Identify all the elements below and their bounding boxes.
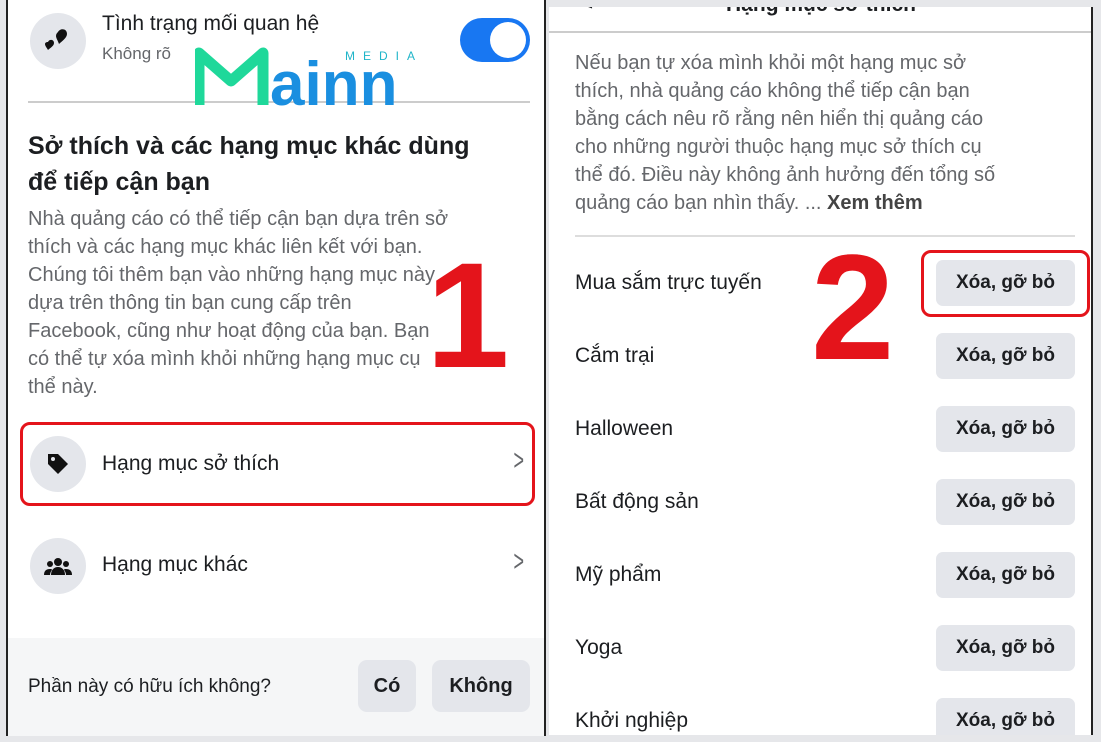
description-line: thể đó. Điều này không ảnh hưởng đến tổn…	[575, 164, 996, 186]
description-line: thể này.	[28, 376, 98, 398]
remove-button[interactable]: Xóa, gỡ bỏ	[936, 333, 1075, 379]
highlight-box	[921, 250, 1090, 317]
remove-button[interactable]: Xóa, gỡ bỏ	[936, 479, 1075, 525]
description-line: quảng cáo bạn nhìn thấy. ... Xem thêm	[575, 189, 995, 217]
remove-button[interactable]: Xóa, gỡ bỏ	[936, 552, 1075, 598]
category-label: Bất động sản	[575, 490, 699, 513]
back-icon[interactable]: <	[579, 7, 593, 17]
description-line: Nhà quảng cáo có thể tiếp cận bạn dựa tr…	[28, 208, 449, 230]
right-screen: Hạng mục sở thích < Nếu bạn tự xóa mình …	[549, 7, 1093, 735]
remove-button[interactable]: Xóa, gỡ bỏ	[936, 406, 1075, 452]
section-title-line: Sở thích và các hạng mục khác dùng	[28, 132, 470, 160]
hearts-icon	[30, 13, 86, 69]
section-title: Sở thích và các hạng mục khác dùng để ti…	[28, 128, 470, 200]
description-line: Facebook, cũng như hoạt động của bạn. Bạ…	[28, 320, 430, 342]
no-button[interactable]: Không	[432, 660, 530, 712]
category-label: Mỹ phẩm	[575, 563, 662, 586]
description-line: thích, nhà quảng cáo không thể tiếp cận …	[575, 80, 970, 102]
people-icon	[30, 538, 86, 594]
description-line: Chúng tôi thêm bạn vào những hạng mục nà…	[28, 264, 435, 286]
chevron-right-icon: >	[513, 545, 525, 578]
relationship-toggle[interactable]	[460, 18, 530, 62]
description-text: quảng cáo bạn nhìn thấy. ...	[575, 192, 828, 214]
step-number: 2	[811, 223, 895, 391]
see-more-link[interactable]: Xem thêm	[827, 192, 923, 214]
description-line: thích và các hạng mục khác liên kết với …	[28, 236, 423, 258]
divider	[549, 31, 1091, 33]
category-label: Khởi nghiệp	[575, 709, 689, 732]
category-label: Cắm trại	[575, 344, 655, 367]
feedback-bar: Phần này có hữu ích không? Có Không	[8, 638, 544, 736]
category-label: Halloween	[575, 417, 674, 440]
highlight-box	[20, 422, 535, 506]
step-number: 1	[426, 231, 510, 399]
screen-header: Hạng mục sở thích	[549, 7, 1091, 27]
item-label: Hạng mục khác	[102, 553, 248, 576]
mainn-media-logo: ainn MEDIA	[193, 45, 435, 119]
yes-button[interactable]: Có	[358, 660, 416, 712]
relationship-title: Tình trạng mối quan hệ	[102, 12, 320, 35]
feedback-question: Phần này có hữu ích không?	[28, 676, 272, 697]
category-label: Mua sắm trực tuyến	[575, 271, 762, 294]
relationship-value: Không rõ	[102, 44, 171, 63]
description-line: Nếu bạn tự xóa mình khỏi một hạng mục sở	[575, 52, 967, 74]
section-description: Nhà quảng cáo có thể tiếp cận bạn dựa tr…	[28, 205, 448, 401]
description-line: cho những người thuộc hạng mục sở thích …	[575, 136, 982, 158]
remove-button[interactable]: Xóa, gỡ bỏ	[936, 625, 1075, 671]
other-categories-item[interactable]: Hạng mục khác >	[20, 525, 534, 607]
svg-text:MEDIA: MEDIA	[345, 49, 423, 63]
description-line: bằng cách nêu rõ rằng nên hiển thị quảng…	[575, 108, 984, 130]
section-title-line: để tiếp cận bạn	[28, 168, 210, 196]
left-screen: Tình trạng mối quan hệ Không rõ Sở thích…	[6, 0, 546, 736]
remove-button[interactable]: Xóa, gỡ bỏ	[936, 698, 1075, 735]
description: Nếu bạn tự xóa mình khỏi một hạng mục sở…	[575, 49, 995, 217]
description-line: dựa trên thông tin bạn cung cấp trên	[28, 292, 352, 314]
description-line: có thể tự xóa mình khỏi những hạng mục c…	[28, 348, 421, 370]
category-label: Yoga	[575, 636, 623, 659]
